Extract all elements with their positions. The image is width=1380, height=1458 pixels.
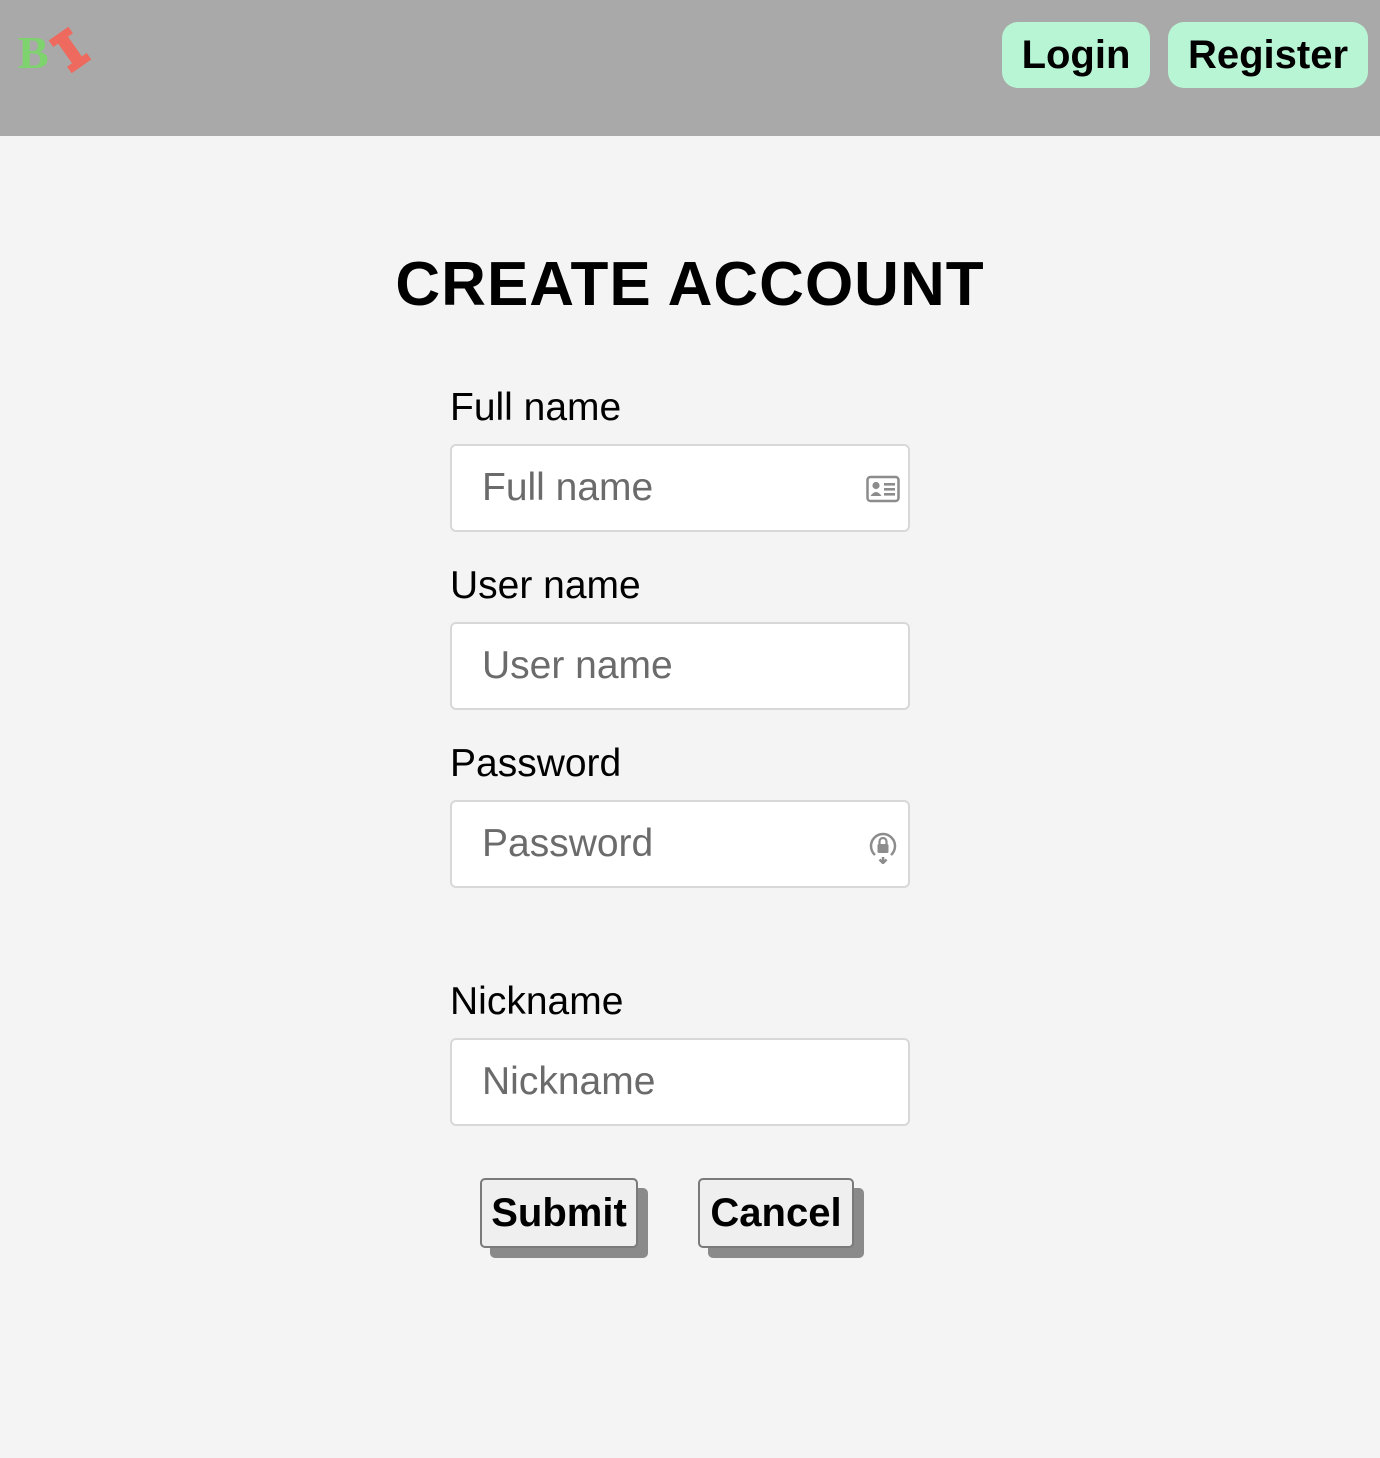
- password-autofill-lock-icon[interactable]: [866, 830, 900, 865]
- svg-text:B: B: [18, 27, 49, 74]
- user-name-label: User name: [450, 564, 641, 607]
- nickname-input[interactable]: [452, 1040, 908, 1124]
- password-field-container: [450, 800, 910, 888]
- nickname-label: Nickname: [450, 980, 624, 1023]
- bi-logo-icon[interactable]: B: [18, 26, 94, 78]
- contact-card-icon[interactable]: [866, 474, 900, 504]
- top-navigation-bar: B Login Register: [0, 0, 1380, 136]
- page-title: CREATE ACCOUNT: [395, 250, 985, 319]
- full-name-input[interactable]: [452, 446, 908, 530]
- user-name-input[interactable]: [452, 624, 908, 708]
- register-nav-button[interactable]: Register: [1168, 22, 1368, 88]
- cancel-button[interactable]: Cancel: [698, 1178, 854, 1248]
- nickname-field-container: [450, 1038, 910, 1126]
- login-nav-button[interactable]: Login: [1002, 22, 1150, 88]
- full-name-field-container: [450, 444, 910, 532]
- submit-button[interactable]: Submit: [480, 1178, 638, 1248]
- password-input[interactable]: [452, 802, 908, 886]
- user-name-field-container: [450, 622, 910, 710]
- full-name-label: Full name: [450, 386, 622, 429]
- password-label: Password: [450, 742, 622, 785]
